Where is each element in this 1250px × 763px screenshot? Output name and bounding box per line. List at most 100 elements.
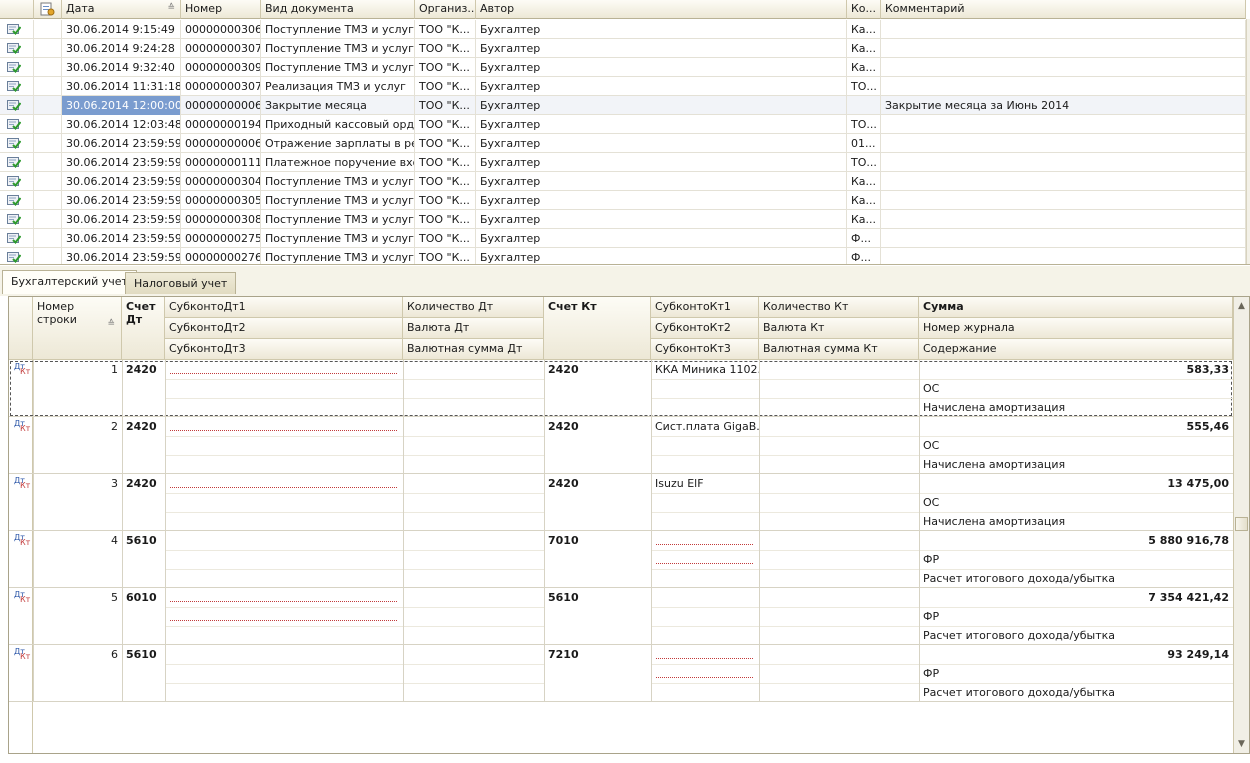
entry-account-dt[interactable]: 2420 [122,417,165,436]
entry-journal-number[interactable]: ФР [919,550,1233,569]
entry-line-number[interactable]: 4 [33,531,122,550]
journal-row[interactable]: 30.06.2014 12:00:00 00000000006 Закрытие м… [0,96,1246,115]
entry-account-dt[interactable]: 5610 [122,645,165,664]
journal-row[interactable]: 30.06.2014 23:59:59 00000000304 Поступлени… [0,172,1246,191]
journal-row[interactable]: 30.06.2014 23:59:59 00000000006 Отражение … [0,134,1246,153]
entries-header-content[interactable]: Содержание [919,339,1233,360]
entry-sum[interactable]: 583,33 [919,360,1233,379]
entry-account-dt[interactable]: 2420 [122,360,165,379]
entry-account-kt[interactable]: 7010 [544,531,651,550]
entry-sum[interactable]: 93 249,14 [919,645,1233,664]
entry-account-kt[interactable]: 7210 [544,645,651,664]
entries-header-cursum-dt[interactable]: Валютная сумма Дт [403,339,544,360]
scroll-thumb[interactable] [1235,517,1248,531]
journal-row[interactable]: 30.06.2014 23:59:59 00000000276 Поступлени… [0,248,1246,264]
journal-row[interactable]: 30.06.2014 11:31:18 00000000307 Реализация… [0,77,1246,96]
entry-row[interactable]: Дт Кт 2 2420 2420 Сист.плата GigaB... 555,46 ОС… [9,417,1233,474]
empty-subconto-dt1[interactable] [170,430,397,431]
empty-subconto-kt2[interactable] [656,563,753,564]
entries-scrollbar[interactable]: ▲ ▼ [1233,297,1249,753]
journal-header-contractor[interactable]: Ко... [847,0,881,19]
entry-row[interactable]: Дт Кт 3 2420 2420 Isuzu ElF 13 475,00 ОС Начисле… [9,474,1233,531]
entry-subconto-kt1[interactable] [651,531,759,550]
entries-header-sub-dt2[interactable]: СубконтоДт2 [165,318,403,339]
journal-row[interactable]: 30.06.2014 23:59:59 00000000275 Поступлени… [0,229,1246,248]
entry-line-number[interactable]: 5 [33,588,122,607]
journal-header-number[interactable]: Номер [181,0,261,19]
entry-line-number[interactable]: 6 [33,645,122,664]
entry-journal-number[interactable]: ОС [919,436,1233,455]
entry-account-dt[interactable]: 6010 [122,588,165,607]
entry-row[interactable]: Дт Кт 5 6010 5610 7 354 421,42 ФР Расчет итогов… [9,588,1233,645]
entry-subconto-kt1[interactable]: Сист.плата GigaB... [651,417,759,436]
journal-header-date[interactable]: Дата ≙ [62,0,181,19]
journal-header-author[interactable]: Автор [476,0,847,19]
empty-subconto-dt1[interactable] [170,601,397,602]
journal-header-comment[interactable]: Комментарий [881,0,1246,19]
entries-header-sub-kt3[interactable]: СубконтоКт3 [651,339,759,360]
journal-header-status[interactable] [0,0,34,19]
tab-tax[interactable]: Налоговый учет [125,272,237,294]
entry-sum[interactable]: 5 880 916,78 [919,531,1233,550]
entry-content[interactable]: Начислена амортизация [919,512,1233,531]
journal-row[interactable]: 30.06.2014 23:59:59 00000000308 Поступлени… [0,210,1246,229]
entry-sum[interactable]: 13 475,00 [919,474,1233,493]
entries-header-acc-kt[interactable]: Счет Кт [544,297,651,360]
entries-header-cursum-kt[interactable]: Валютная сумма Кт [759,339,919,360]
entries-header-sub-kt2[interactable]: СубконтоКт2 [651,318,759,339]
entries-header-icon[interactable] [9,297,33,360]
empty-subconto-kt1[interactable] [656,544,753,545]
entries-header-cur-dt[interactable]: Валюта Дт [403,318,544,339]
entry-account-dt[interactable]: 2420 [122,474,165,493]
entry-subconto-kt1[interactable]: Isuzu ElF [651,474,759,493]
entries-header-sub-dt1[interactable]: СубконтоДт1 [165,297,403,318]
journal-row[interactable]: 30.06.2014 12:03:48 00000000194 Приходный … [0,115,1246,134]
journal-row[interactable]: 30.06.2014 9:15:49 00000000306 Поступление… [0,20,1246,39]
entries-header-sub-dt3[interactable]: СубконтоДт3 [165,339,403,360]
entry-content[interactable]: Начислена амортизация [919,455,1233,474]
entry-subconto-kt1[interactable] [651,588,759,607]
entry-row[interactable]: Дт Кт 4 5610 7010 5 880 916,78 ФР Расчет итогов… [9,531,1233,588]
journal-header-org[interactable]: Организ... [415,0,476,19]
entries-header-sub-kt1[interactable]: СубконтоКт1 [651,297,759,318]
entries-header-qty-dt[interactable]: Количество Дт [403,297,544,318]
entry-content[interactable]: Расчет итогового дохода/убытка [919,569,1233,588]
empty-subconto-dt1[interactable] [170,373,397,374]
entry-line-number[interactable]: 2 [33,417,122,436]
entry-row[interactable]: Дт Кт 1 2420 2420 ККА Миника 1102... 583,33 ОС Н… [9,360,1233,417]
tab-accounting[interactable]: Бухгалтерский учет [2,270,137,294]
entry-line-number[interactable]: 1 [33,360,122,379]
entry-journal-number[interactable]: ОС [919,379,1233,398]
journal-row[interactable]: 30.06.2014 9:24:28 00000000307 Поступление… [0,39,1246,58]
entry-journal-number[interactable]: ФР [919,664,1233,683]
entry-content[interactable]: Расчет итогового дохода/убытка [919,683,1233,702]
journal-row[interactable]: 30.06.2014 23:59:59 00000000111 Платежное … [0,153,1246,172]
entry-account-kt[interactable]: 2420 [544,360,651,379]
scroll-down-icon[interactable]: ▼ [1236,738,1247,750]
journal-row[interactable]: 30.06.2014 9:32:40 00000000309 Поступление… [0,58,1246,77]
empty-subconto-kt2[interactable] [656,677,753,678]
entries-header-journal-no[interactable]: Номер журнала [919,318,1233,339]
journal-scrollbar[interactable] [1246,19,1250,264]
entry-row[interactable]: Дт Кт 6 5610 7210 93 249,14 ФР Расчет итогового… [9,645,1233,702]
journal-header-posted[interactable] [34,0,62,19]
entry-subconto-kt1[interactable]: ККА Миника 1102... [651,360,759,379]
entry-line-number[interactable]: 3 [33,474,122,493]
entry-content[interactable]: Расчет итогового дохода/убытка [919,626,1233,645]
empty-subconto-dt2[interactable] [170,620,397,621]
entry-journal-number[interactable]: ОС [919,493,1233,512]
entries-header-line-no[interactable]: Номер строки ≙ [33,297,122,360]
entry-account-kt[interactable]: 2420 [544,474,651,493]
entry-account-kt[interactable]: 2420 [544,417,651,436]
entries-header-cur-kt[interactable]: Валюта Кт [759,318,919,339]
empty-subconto-kt1[interactable] [656,658,753,659]
entry-account-dt[interactable]: 5610 [122,531,165,550]
entries-header-acc-dt[interactable]: Счет Дт [122,297,165,360]
journal-header-doc-type[interactable]: Вид документа [261,0,415,19]
entries-header-qty-kt[interactable]: Количество Кт [759,297,919,318]
empty-subconto-dt1[interactable] [170,487,397,488]
entry-account-kt[interactable]: 5610 [544,588,651,607]
entry-content[interactable]: Начислена амортизация [919,398,1233,417]
entry-subconto-kt1[interactable] [651,645,759,664]
entry-sum[interactable]: 555,46 [919,417,1233,436]
